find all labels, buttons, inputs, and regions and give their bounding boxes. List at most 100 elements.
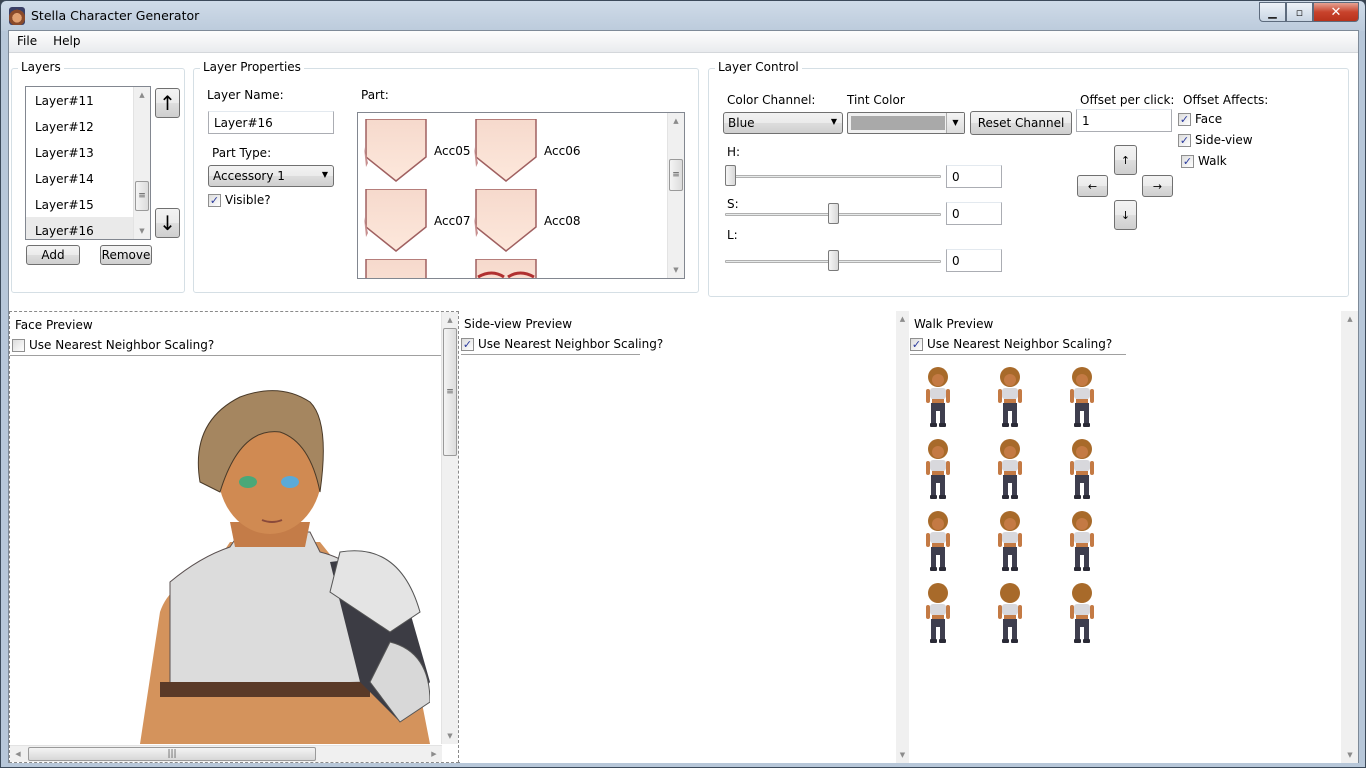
scroll-down-icon[interactable]: ▼ <box>668 262 684 278</box>
part-item[interactable]: Acc06 <box>474 118 581 183</box>
offset-up-button[interactable]: ↑ <box>1114 145 1137 175</box>
part-name: Acc08 <box>544 214 581 228</box>
chevron-down-icon[interactable]: ▼ <box>946 113 964 133</box>
color-channel-select[interactable]: Blue ▼ <box>723 112 843 134</box>
head-thumbnail-icon <box>364 188 428 253</box>
remove-layer-button[interactable]: Remove <box>100 245 152 265</box>
part-name: Acc06 <box>544 144 581 158</box>
scroll-up-icon[interactable]: ▲ <box>134 87 150 103</box>
walk-sprite-right-step-right <box>1067 510 1097 572</box>
part-label: Part: <box>361 88 389 102</box>
hue-value-input[interactable]: 0 <box>946 165 1002 188</box>
slider-thumb[interactable] <box>828 203 839 224</box>
affects-walk-checkbox[interactable]: ✓ Walk <box>1181 154 1227 168</box>
title-bar[interactable]: Stella Character Generator ▁ ▫ ✕ <box>1 1 1365 31</box>
part-item[interactable] <box>364 258 428 278</box>
scroll-thumb[interactable]: ≡ <box>669 159 683 191</box>
part-item[interactable]: Acc08 <box>474 188 581 253</box>
face-preview-hscrollbar[interactable]: ◀ ||| ▶ <box>10 745 442 762</box>
slider-thumb[interactable] <box>828 250 839 271</box>
maximize-button[interactable]: ▫ <box>1286 2 1313 22</box>
layer-list-item[interactable]: Layer#11 <box>26 87 150 113</box>
close-button[interactable]: ✕ <box>1313 2 1359 22</box>
walk-sprite-right-step-left <box>923 510 953 572</box>
app-window: Stella Character Generator ▁ ▫ ✕ File He… <box>0 0 1366 768</box>
scroll-thumb[interactable]: ≡ <box>135 181 149 211</box>
divider <box>910 354 1126 355</box>
tint-color-picker[interactable]: ▼ <box>847 112 965 134</box>
move-layer-down-button[interactable]: ↓ <box>155 208 180 238</box>
scroll-down-icon[interactable]: ▼ <box>896 747 909 763</box>
side-view-nn-scaling-checkbox[interactable]: ✓ Use Nearest Neighbor Scaling? <box>461 337 663 351</box>
layers-list[interactable]: Layer#11 Layer#12 Layer#13 Layer#14 Laye… <box>25 86 151 240</box>
top-panel: Layers Layer#11 Layer#12 Layer#13 Layer#… <box>9 53 1358 308</box>
lightness-value-input[interactable]: 0 <box>946 249 1002 272</box>
checkbox-checked-icon: ✓ <box>461 337 474 351</box>
checkbox-checked-icon: ✓ <box>910 337 923 351</box>
color-channel-label: Color Channel: <box>727 93 816 107</box>
affects-side-view-checkbox[interactable]: ✓ Side-view <box>1178 133 1253 147</box>
scroll-up-icon[interactable]: ▲ <box>896 311 909 327</box>
layer-list-item[interactable]: Layer#15 <box>26 191 150 217</box>
offset-per-click-input[interactable]: 1 <box>1076 109 1172 132</box>
menu-file[interactable]: File <box>9 31 45 52</box>
slider-track <box>725 175 941 178</box>
layer-name-input[interactable]: Layer#16 <box>208 111 334 134</box>
layer-list-item[interactable]: Layer#12 <box>26 113 150 139</box>
checkbox-checked-icon: ✓ <box>208 193 221 207</box>
part-item[interactable]: Acc05 <box>364 118 471 183</box>
offset-right-button[interactable]: → <box>1142 175 1173 197</box>
layer-properties-legend: Layer Properties <box>200 60 304 74</box>
scroll-thumb[interactable]: ||| <box>28 747 316 761</box>
layer-name-label: Layer Name: <box>207 88 284 102</box>
scroll-left-icon[interactable]: ◀ <box>10 746 26 762</box>
head-thumbnail-icon <box>364 258 428 278</box>
walk-sprite-left-step-left <box>923 438 953 500</box>
reset-channel-button[interactable]: Reset Channel <box>970 111 1072 135</box>
scroll-down-icon[interactable]: ▼ <box>134 223 150 239</box>
face-preview-vscrollbar[interactable]: ▲ ≡ ▼ <box>441 312 458 744</box>
layer-list-item[interactable]: Layer#13 <box>26 139 150 165</box>
scroll-up-icon[interactable]: ▲ <box>442 312 458 328</box>
offset-down-button[interactable]: ↓ <box>1114 200 1137 230</box>
visible-checkbox[interactable]: ✓ Visible? <box>208 193 271 207</box>
side-view-preview-title: Side-view Preview <box>464 317 573 331</box>
part-item[interactable] <box>474 258 538 278</box>
layers-scrollbar[interactable]: ▲ ≡ ▼ <box>133 87 150 239</box>
scroll-thumb[interactable]: ≡ <box>443 328 457 456</box>
walk-preview-title: Walk Preview <box>914 317 994 331</box>
add-layer-button[interactable]: Add <box>26 245 80 265</box>
part-picker-scrollbar[interactable]: ▲ ≡ ▼ <box>667 113 684 278</box>
affects-walk-label: Walk <box>1198 154 1227 168</box>
tint-color-label: Tint Color <box>847 93 905 107</box>
checkbox-unchecked-icon <box>12 338 25 352</box>
checkbox-checked-icon: ✓ <box>1181 154 1194 168</box>
layers-legend: Layers <box>18 60 64 74</box>
saturation-value-input[interactable]: 0 <box>946 202 1002 225</box>
offset-left-button[interactable]: ← <box>1077 175 1108 197</box>
scroll-up-icon[interactable]: ▲ <box>668 113 684 129</box>
move-layer-up-button[interactable]: ↑ <box>155 88 180 118</box>
part-type-select[interactable]: Accessory 1 ▼ <box>208 165 334 187</box>
part-picker[interactable]: Acc05 Acc06 Acc07 Acc08 ▲ ≡ ▼ <box>357 112 685 279</box>
face-nn-scaling-checkbox[interactable]: Use Nearest Neighbor Scaling? <box>12 338 214 352</box>
checkbox-checked-icon: ✓ <box>1178 112 1191 126</box>
layer-list-item[interactable]: Layer#14 <box>26 165 150 191</box>
slider-thumb[interactable] <box>725 165 736 186</box>
layer-control-legend: Layer Control <box>715 60 802 74</box>
minimize-button[interactable]: ▁ <box>1259 2 1286 22</box>
lightness-slider[interactable] <box>725 250 941 272</box>
hue-slider[interactable] <box>725 165 941 187</box>
menu-help[interactable]: Help <box>45 31 88 52</box>
saturation-slider[interactable] <box>725 203 941 225</box>
scroll-down-icon[interactable]: ▼ <box>442 728 458 744</box>
head-thumbnail-icon <box>474 118 538 183</box>
scroll-up-icon[interactable]: ▲ <box>1342 311 1358 327</box>
scroll-right-icon[interactable]: ▶ <box>426 746 442 762</box>
layer-list-item-selected[interactable]: Layer#16 <box>26 217 150 239</box>
part-name: Acc05 <box>434 144 471 158</box>
scroll-down-icon[interactable]: ▼ <box>1342 747 1358 763</box>
walk-nn-scaling-checkbox[interactable]: ✓ Use Nearest Neighbor Scaling? <box>910 337 1112 351</box>
part-item[interactable]: Acc07 <box>364 188 470 253</box>
affects-face-checkbox[interactable]: ✓ Face <box>1178 112 1222 126</box>
